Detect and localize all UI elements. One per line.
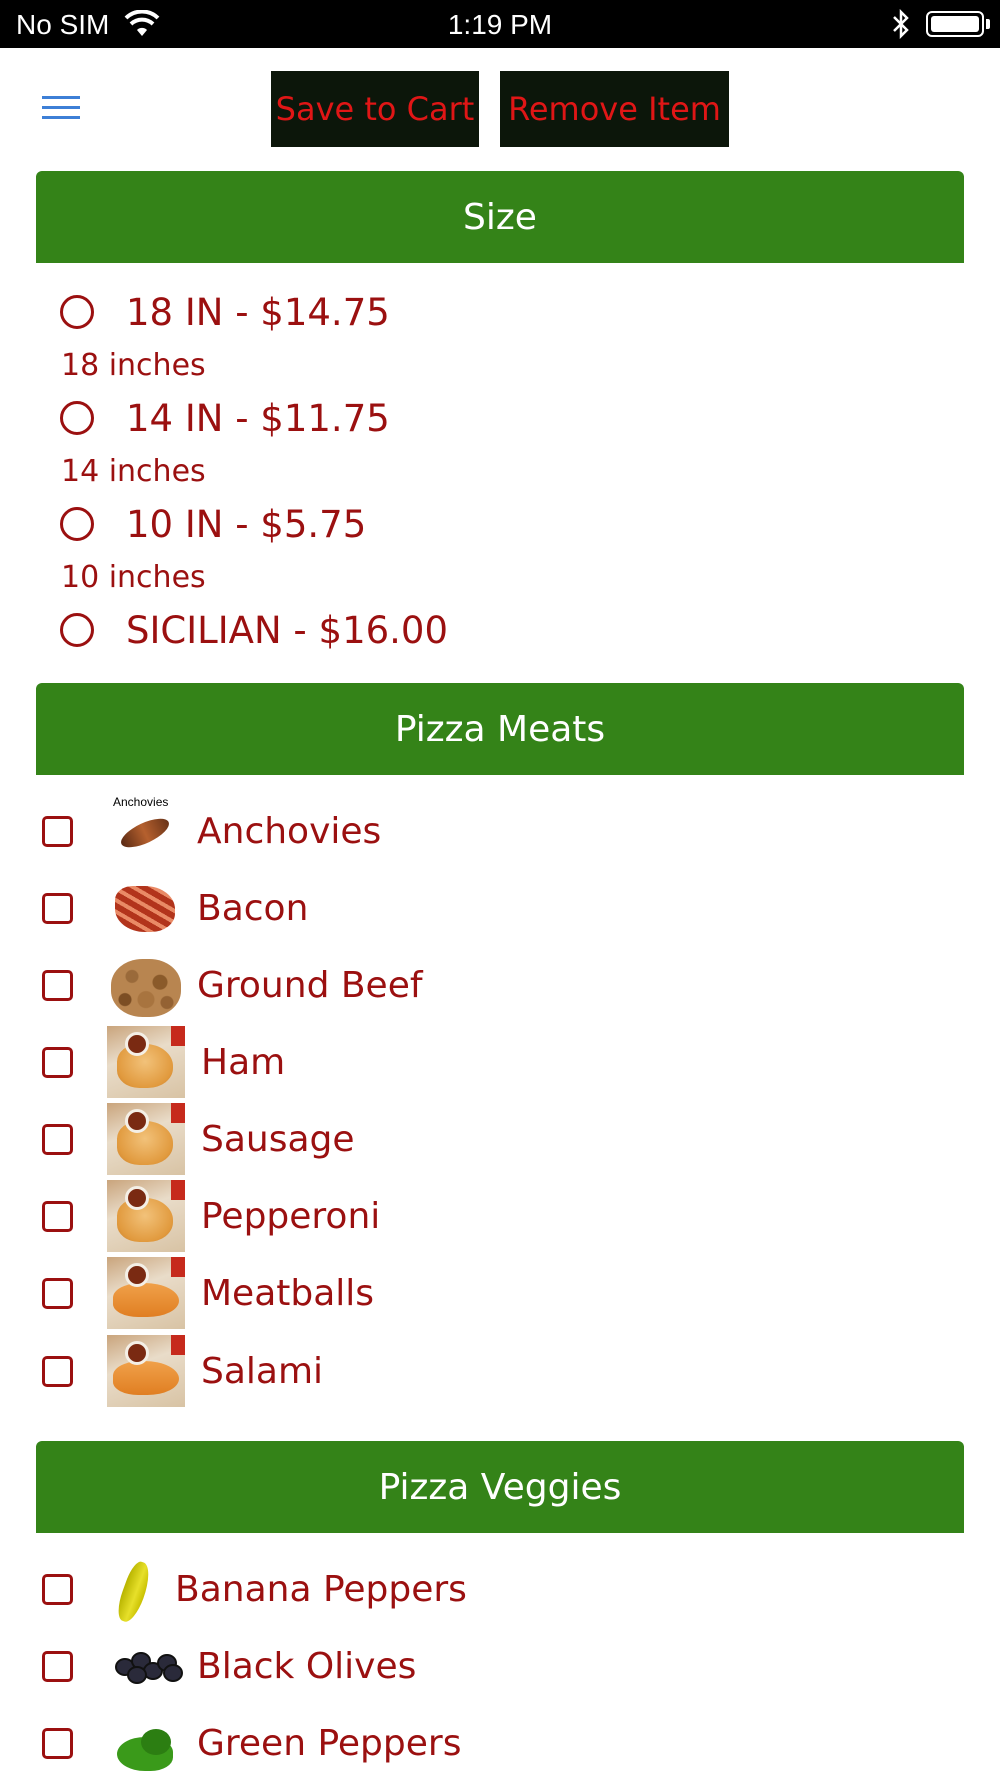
checkbox[interactable] <box>42 1046 73 1078</box>
size-option-sicilian[interactable]: SICILIAN - $16.00 <box>58 605 448 655</box>
size-option-10in[interactable]: 10 IN - $5.75 <box>58 499 366 549</box>
topping-pepperoni[interactable]: Pepperoni <box>42 1179 380 1253</box>
ground-beef-image <box>107 949 185 1021</box>
topping-anchovies[interactable]: Anchovies Anchovies <box>42 794 381 868</box>
topping-label: Bacon <box>197 887 309 929</box>
topping-label: Banana Peppers <box>175 1568 467 1610</box>
remove-item-button[interactable]: Remove Item <box>500 71 729 147</box>
checkbox[interactable] <box>42 892 73 924</box>
topping-label: Green Peppers <box>197 1722 462 1764</box>
green-peppers-image <box>107 1707 185 1778</box>
radio-button[interactable] <box>60 295 94 329</box>
bacon-image <box>107 872 185 944</box>
topping-banana-peppers[interactable]: Banana Peppers <box>42 1552 467 1626</box>
checkbox[interactable] <box>42 1650 73 1682</box>
clock: 1:19 PM <box>447 9 553 40</box>
checkbox[interactable] <box>42 1727 73 1759</box>
checkbox[interactable] <box>42 1355 73 1387</box>
topping-label: Pepperoni <box>201 1195 381 1237</box>
size-option-description: 18 inches <box>61 348 206 383</box>
section-header-pizza-veggies: Pizza Veggies <box>36 1441 964 1533</box>
topping-label: Black Olives <box>197 1645 417 1687</box>
black-olives-image <box>107 1630 185 1702</box>
topping-ground-beef[interactable]: Ground Beef <box>42 948 423 1022</box>
size-option-description: 10 inches <box>61 560 206 595</box>
radio-button[interactable] <box>60 613 94 647</box>
pepperoni-image <box>107 1180 185 1252</box>
checkbox[interactable] <box>42 1573 73 1605</box>
size-option-label: 18 IN - $14.75 <box>126 290 390 334</box>
size-option-description: 14 inches <box>61 454 206 489</box>
banana-peppers-image <box>107 1553 163 1625</box>
status-bar: No SIM 1:19 PM <box>0 0 1000 48</box>
topping-bacon[interactable]: Bacon <box>42 871 308 945</box>
topping-sausage[interactable]: Sausage <box>42 1102 355 1176</box>
battery-tip <box>986 19 990 29</box>
ham-image <box>107 1026 185 1098</box>
meatballs-image <box>107 1257 185 1329</box>
topping-meatballs[interactable]: Meatballs <box>42 1256 374 1330</box>
checkbox[interactable] <box>42 1123 73 1155</box>
topping-green-peppers[interactable]: Green Peppers <box>42 1706 461 1778</box>
hamburger-menu-icon[interactable] <box>42 96 80 120</box>
checkbox[interactable] <box>42 969 73 1001</box>
sausage-image <box>107 1103 185 1175</box>
size-option-label: 14 IN - $11.75 <box>126 396 390 440</box>
size-option-label: 10 IN - $5.75 <box>126 502 367 546</box>
anchovies-image-caption: Anchovies <box>113 795 169 809</box>
size-option-18in[interactable]: 18 IN - $14.75 <box>58 287 390 337</box>
topping-label: Ham <box>201 1041 286 1083</box>
anchovies-image: Anchovies <box>107 795 185 867</box>
topping-ham[interactable]: Ham <box>42 1025 285 1099</box>
checkbox[interactable] <box>42 1200 73 1232</box>
radio-button[interactable] <box>60 507 94 541</box>
topping-label: Sausage <box>201 1118 355 1160</box>
size-option-label: SICILIAN - $16.00 <box>126 608 448 652</box>
save-to-cart-button[interactable]: Save to Cart <box>271 71 479 147</box>
topping-label: Salami <box>201 1350 324 1392</box>
battery-icon <box>926 11 984 37</box>
checkbox[interactable] <box>42 1277 73 1309</box>
bluetooth-icon <box>893 9 909 39</box>
topping-black-olives[interactable]: Black Olives <box>42 1629 416 1703</box>
topping-label: Meatballs <box>201 1272 375 1314</box>
checkbox[interactable] <box>42 815 73 847</box>
topping-label: Ground Beef <box>197 964 423 1006</box>
size-option-14in[interactable]: 14 IN - $11.75 <box>58 393 390 443</box>
salami-image <box>107 1335 185 1407</box>
section-header-pizza-meats: Pizza Meats <box>36 683 964 775</box>
topping-label: Anchovies <box>197 810 382 852</box>
section-header-size: Size <box>36 171 964 263</box>
radio-button[interactable] <box>60 401 94 435</box>
topping-salami[interactable]: Salami <box>42 1334 323 1408</box>
